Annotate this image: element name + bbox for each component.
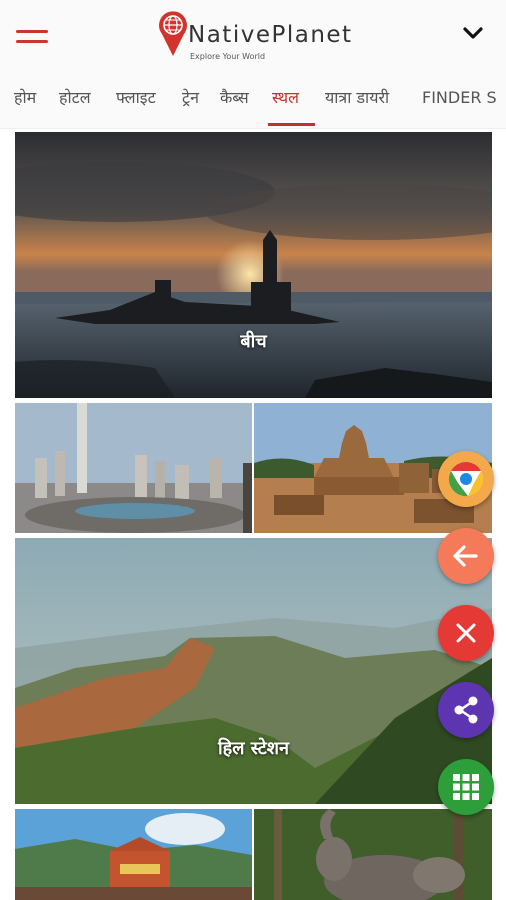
tab-finder[interactable]: FINDER S [422, 76, 497, 128]
tile-pilgrimage[interactable] [15, 809, 252, 900]
share-icon [454, 696, 478, 724]
app-header: NativePlanet Explore Your World [0, 0, 506, 76]
chevron-down-icon[interactable] [462, 24, 484, 42]
tab-flight[interactable]: फ्लाइट [116, 76, 156, 128]
beach-image [15, 132, 492, 398]
menu-icon[interactable] [16, 30, 50, 52]
chrome-icon [448, 462, 484, 497]
tile-wildlife[interactable] [254, 809, 492, 900]
tile-city[interactable] [15, 403, 252, 533]
apps-grid-fab[interactable] [438, 759, 494, 815]
tab-places[interactable]: स्थल [272, 76, 299, 128]
tab-home[interactable]: होम [14, 76, 36, 128]
tile-beach[interactable]: बीच [15, 132, 492, 398]
logo-pin-icon [159, 11, 187, 57]
share-fab[interactable] [438, 682, 494, 738]
tab-cabs[interactable]: कैब्स [220, 76, 249, 128]
active-tab-indicator [268, 123, 315, 126]
tab-hotel[interactable]: होटल [59, 76, 91, 128]
chrome-fab[interactable] [438, 451, 494, 507]
logo-tagline: Explore Your World [190, 52, 266, 61]
close-icon [456, 623, 476, 643]
hill-station-label: हिल स्टेशन [218, 738, 289, 759]
tile-hill-station[interactable]: हिल स्टेशन [15, 538, 492, 804]
logo[interactable]: NativePlanet Explore Your World [156, 8, 386, 64]
back-fab[interactable] [438, 528, 494, 584]
arrow-left-icon [453, 545, 478, 567]
beach-label: बीच [240, 331, 267, 352]
tab-train[interactable]: ट्रेन [182, 76, 199, 128]
close-fab[interactable] [438, 605, 494, 661]
logo-name: NativePlanet [188, 22, 353, 48]
category-tabs: होम होटल फ्लाइट ट्रेन कैब्स स्थल यात्रा … [0, 76, 506, 129]
city-image [15, 403, 252, 533]
tab-travel-diary[interactable]: यात्रा डायरी [325, 76, 389, 128]
hill-station-image [15, 538, 492, 804]
grid-icon [453, 774, 479, 800]
wildlife-image [254, 809, 492, 900]
pilgrimage-image [15, 809, 252, 900]
